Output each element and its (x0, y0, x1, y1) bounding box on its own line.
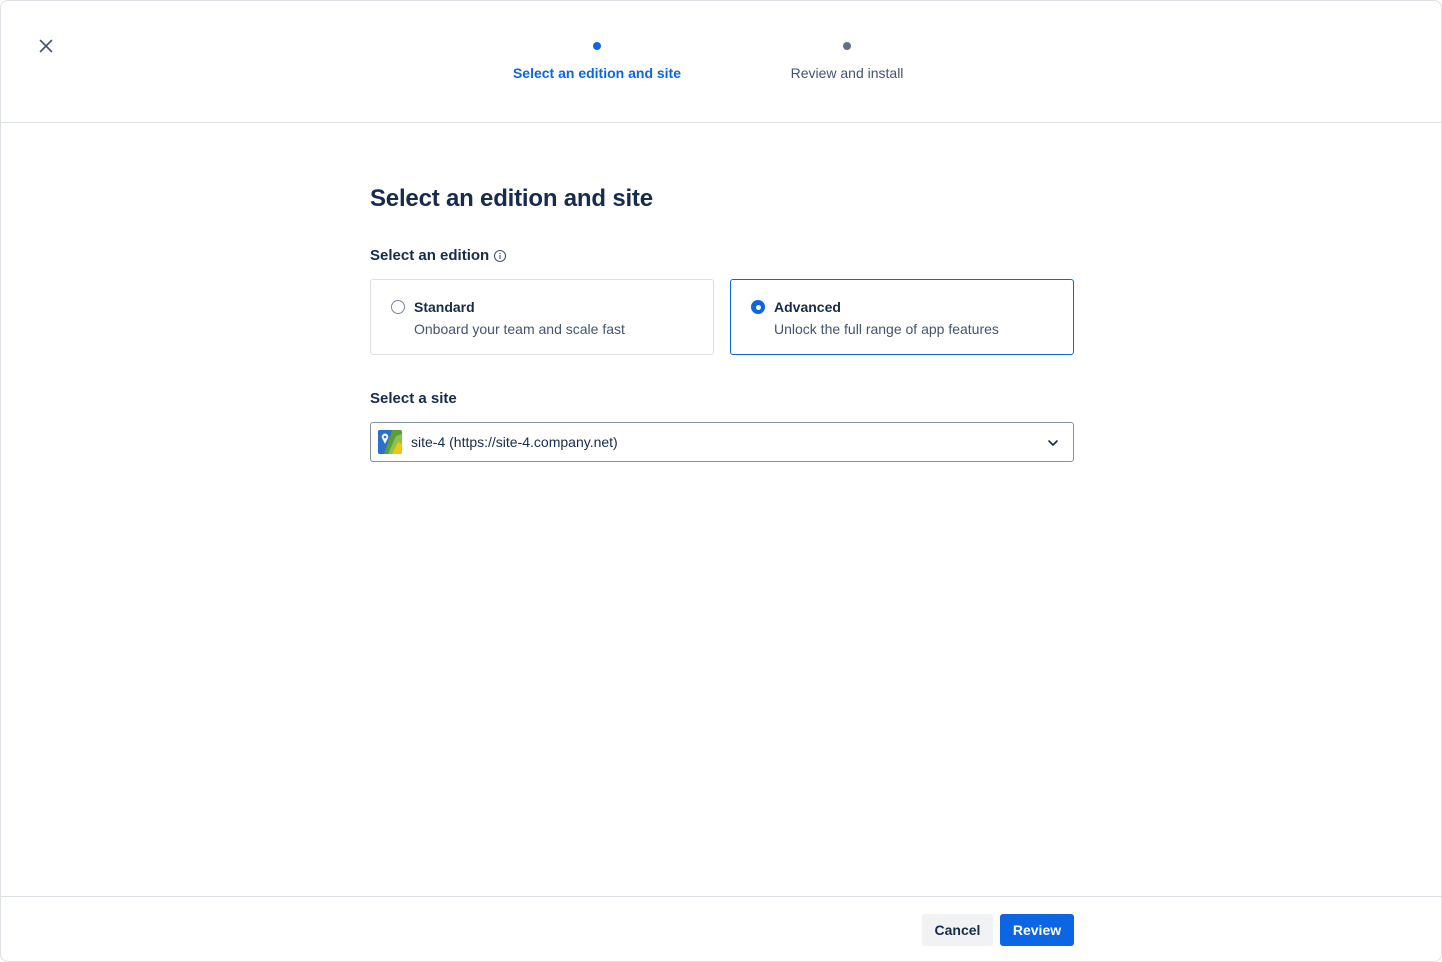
radio-advanced[interactable] (751, 300, 765, 314)
edition-name: Standard (414, 299, 475, 315)
edition-description: Unlock the full range of app features (774, 321, 999, 337)
info-icon[interactable] (493, 249, 507, 263)
page-title: Select an edition and site (370, 185, 653, 212)
dialog-header: Select an edition and site Review and in… (1, 1, 1441, 123)
cancel-button[interactable]: Cancel (922, 914, 993, 946)
edition-option-advanced[interactable]: Advanced Unlock the full range of app fe… (730, 279, 1074, 355)
site-select-value: site-4 (https://site-4.company.net) (411, 434, 618, 450)
close-icon (39, 39, 53, 53)
site-select[interactable]: site-4 (https://site-4.company.net) (370, 422, 1074, 462)
main-content: Select an edition and site Select an edi… (370, 123, 1074, 462)
close-button[interactable] (31, 31, 61, 61)
site-label-text: Select a site (370, 390, 457, 407)
edition-name: Advanced (774, 299, 841, 315)
review-button[interactable]: Review (1000, 914, 1074, 946)
dialog-footer: Cancel Review (1, 896, 1441, 962)
step-indicator-dot (593, 42, 601, 50)
site-section-label: Select a site (370, 390, 1074, 407)
site-avatar-icon (378, 430, 402, 454)
step-indicator-dot (843, 42, 851, 50)
step-label: Review and install (790, 65, 904, 81)
edition-label-text: Select an edition (370, 247, 490, 264)
chevron-down-icon (1048, 440, 1058, 446)
edition-section-label: Select an edition (370, 247, 1074, 264)
progress-step-review: Review and install (717, 39, 977, 81)
edition-option-standard[interactable]: Standard Onboard your team and scale fas… (370, 279, 714, 355)
edition-description: Onboard your team and scale fast (414, 321, 625, 337)
edition-options: Standard Onboard your team and scale fas… (370, 279, 1074, 355)
step-label: Select an edition and site (512, 65, 682, 81)
radio-standard[interactable] (391, 300, 405, 314)
install-dialog: Select an edition and site Review and in… (0, 0, 1442, 962)
progress-step-edition: Select an edition and site (467, 39, 727, 81)
